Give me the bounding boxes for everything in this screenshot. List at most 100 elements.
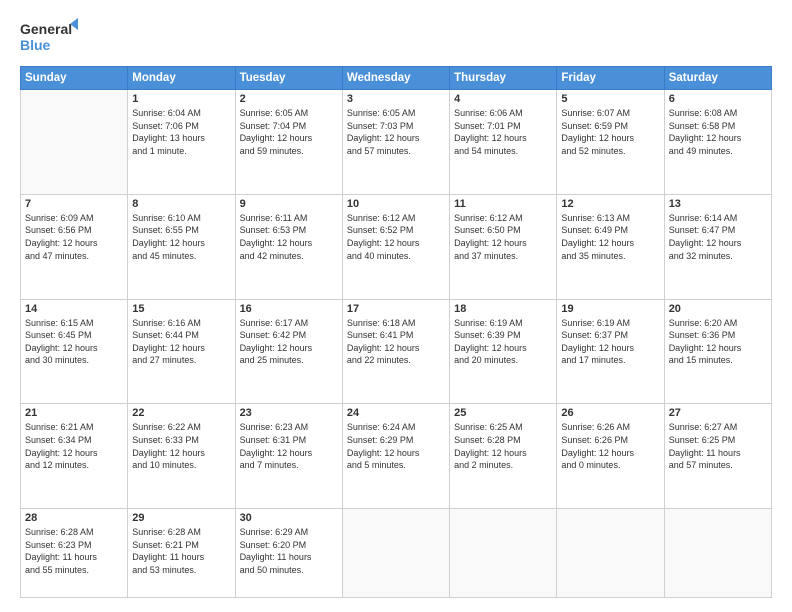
day-number: 8 xyxy=(132,198,230,210)
calendar-cell: 13 Sunrise: 6:14 AM Sunset: 6:47 PM Dayli… xyxy=(664,194,771,299)
cell-text: Sunrise: 6:25 AM Sunset: 6:28 PM Dayligh… xyxy=(454,421,552,471)
calendar-table: SundayMondayTuesdayWednesdayThursdayFrid… xyxy=(20,66,772,598)
cell-text: Sunrise: 6:06 AM Sunset: 7:01 PM Dayligh… xyxy=(454,107,552,157)
cell-text: Sunrise: 6:07 AM Sunset: 6:59 PM Dayligh… xyxy=(561,107,659,157)
weekday-header-sunday: Sunday xyxy=(21,67,128,90)
calendar-cell xyxy=(450,509,557,598)
calendar-cell: 6 Sunrise: 6:08 AM Sunset: 6:58 PM Daylig… xyxy=(664,90,771,195)
cell-text: Sunrise: 6:24 AM Sunset: 6:29 PM Dayligh… xyxy=(347,421,445,471)
calendar-cell: 21 Sunrise: 6:21 AM Sunset: 6:34 PM Dayli… xyxy=(21,404,128,509)
calendar-cell: 17 Sunrise: 6:18 AM Sunset: 6:41 PM Dayli… xyxy=(342,299,449,404)
calendar-cell: 30 Sunrise: 6:29 AM Sunset: 6:20 PM Dayli… xyxy=(235,509,342,598)
cell-text: Sunrise: 6:23 AM Sunset: 6:31 PM Dayligh… xyxy=(240,421,338,471)
day-number: 10 xyxy=(347,198,445,210)
logo-svg: GeneralBlue xyxy=(20,18,80,56)
day-number: 24 xyxy=(347,407,445,419)
week-row-5: 28 Sunrise: 6:28 AM Sunset: 6:23 PM Dayli… xyxy=(21,509,772,598)
week-row-3: 14Sunrise: 6:15 AM Sunset: 6:45 PM Dayli… xyxy=(21,299,772,404)
calendar-cell: 18 Sunrise: 6:19 AM Sunset: 6:39 PM Dayli… xyxy=(450,299,557,404)
day-number: 19 xyxy=(561,303,659,315)
cell-text: Sunrise: 6:29 AM Sunset: 6:20 PM Dayligh… xyxy=(240,526,338,576)
cell-text: Sunrise: 6:12 AM Sunset: 6:50 PM Dayligh… xyxy=(454,212,552,262)
cell-text: Sunrise: 6:04 AM Sunset: 7:06 PM Dayligh… xyxy=(132,107,230,157)
cell-text: Sunrise: 6:19 AM Sunset: 6:37 PM Dayligh… xyxy=(561,317,659,367)
weekday-header-wednesday: Wednesday xyxy=(342,67,449,90)
day-number: 22 xyxy=(132,407,230,419)
day-number: 17 xyxy=(347,303,445,315)
weekday-header-monday: Monday xyxy=(128,67,235,90)
day-number: 18 xyxy=(454,303,552,315)
weekday-header-tuesday: Tuesday xyxy=(235,67,342,90)
day-number: 7 xyxy=(25,198,123,210)
cell-text: Sunrise: 6:08 AM Sunset: 6:58 PM Dayligh… xyxy=(669,107,767,157)
cell-text: Sunrise: 6:09 AM Sunset: 6:56 PM Dayligh… xyxy=(25,212,123,262)
calendar-cell: 1Sunrise: 6:04 AM Sunset: 7:06 PM Daylig… xyxy=(128,90,235,195)
calendar-cell: 24 Sunrise: 6:24 AM Sunset: 6:29 PM Dayli… xyxy=(342,404,449,509)
cell-text: Sunrise: 6:18 AM Sunset: 6:41 PM Dayligh… xyxy=(347,317,445,367)
calendar-cell: 12 Sunrise: 6:13 AM Sunset: 6:49 PM Dayli… xyxy=(557,194,664,299)
day-number: 27 xyxy=(669,407,767,419)
day-number: 23 xyxy=(240,407,338,419)
day-number: 9 xyxy=(240,198,338,210)
logo: GeneralBlue xyxy=(20,18,80,56)
weekday-header-friday: Friday xyxy=(557,67,664,90)
page: GeneralBlue SundayMondayTuesdayWednesday… xyxy=(0,0,792,612)
svg-text:Blue: Blue xyxy=(20,37,51,53)
calendar-cell: 16Sunrise: 6:17 AM Sunset: 6:42 PM Dayli… xyxy=(235,299,342,404)
cell-text: Sunrise: 6:05 AM Sunset: 7:03 PM Dayligh… xyxy=(347,107,445,157)
calendar-cell xyxy=(342,509,449,598)
calendar-cell: 20 Sunrise: 6:20 AM Sunset: 6:36 PM Dayli… xyxy=(664,299,771,404)
weekday-header-thursday: Thursday xyxy=(450,67,557,90)
calendar-cell: 29Sunrise: 6:28 AM Sunset: 6:21 PM Dayli… xyxy=(128,509,235,598)
day-number: 13 xyxy=(669,198,767,210)
day-number: 25 xyxy=(454,407,552,419)
day-number: 28 xyxy=(25,512,123,524)
week-row-2: 7 Sunrise: 6:09 AM Sunset: 6:56 PM Daylig… xyxy=(21,194,772,299)
day-number: 20 xyxy=(669,303,767,315)
calendar-cell xyxy=(664,509,771,598)
cell-text: Sunrise: 6:05 AM Sunset: 7:04 PM Dayligh… xyxy=(240,107,338,157)
cell-text: Sunrise: 6:13 AM Sunset: 6:49 PM Dayligh… xyxy=(561,212,659,262)
day-number: 3 xyxy=(347,93,445,105)
cell-text: Sunrise: 6:28 AM Sunset: 6:23 PM Dayligh… xyxy=(25,526,123,576)
calendar-cell: 5Sunrise: 6:07 AM Sunset: 6:59 PM Daylig… xyxy=(557,90,664,195)
calendar-cell: 8 Sunrise: 6:10 AM Sunset: 6:55 PM Daylig… xyxy=(128,194,235,299)
calendar-cell: 25 Sunrise: 6:25 AM Sunset: 6:28 PM Dayli… xyxy=(450,404,557,509)
calendar-cell xyxy=(557,509,664,598)
day-number: 6 xyxy=(669,93,767,105)
calendar-cell: 27Sunrise: 6:27 AM Sunset: 6:25 PM Dayli… xyxy=(664,404,771,509)
day-number: 30 xyxy=(240,512,338,524)
cell-text: Sunrise: 6:14 AM Sunset: 6:47 PM Dayligh… xyxy=(669,212,767,262)
calendar-cell: 19 Sunrise: 6:19 AM Sunset: 6:37 PM Dayli… xyxy=(557,299,664,404)
day-number: 11 xyxy=(454,198,552,210)
svg-text:General: General xyxy=(20,21,72,37)
day-number: 21 xyxy=(25,407,123,419)
weekday-header-row: SundayMondayTuesdayWednesdayThursdayFrid… xyxy=(21,67,772,90)
calendar-cell: 9 Sunrise: 6:11 AM Sunset: 6:53 PM Daylig… xyxy=(235,194,342,299)
calendar-cell: 10 Sunrise: 6:12 AM Sunset: 6:52 PM Dayli… xyxy=(342,194,449,299)
cell-text: Sunrise: 6:17 AM Sunset: 6:42 PM Dayligh… xyxy=(240,317,338,367)
calendar-cell: 14Sunrise: 6:15 AM Sunset: 6:45 PM Dayli… xyxy=(21,299,128,404)
calendar-cell xyxy=(21,90,128,195)
week-row-4: 21 Sunrise: 6:21 AM Sunset: 6:34 PM Dayli… xyxy=(21,404,772,509)
cell-text: Sunrise: 6:16 AM Sunset: 6:44 PM Dayligh… xyxy=(132,317,230,367)
calendar-cell: 11 Sunrise: 6:12 AM Sunset: 6:50 PM Dayli… xyxy=(450,194,557,299)
calendar-cell: 3 Sunrise: 6:05 AM Sunset: 7:03 PM Daylig… xyxy=(342,90,449,195)
day-number: 14 xyxy=(25,303,123,315)
day-number: 29 xyxy=(132,512,230,524)
day-number: 4 xyxy=(454,93,552,105)
weekday-header-saturday: Saturday xyxy=(664,67,771,90)
day-number: 12 xyxy=(561,198,659,210)
cell-text: Sunrise: 6:22 AM Sunset: 6:33 PM Dayligh… xyxy=(132,421,230,471)
cell-text: Sunrise: 6:20 AM Sunset: 6:36 PM Dayligh… xyxy=(669,317,767,367)
cell-text: Sunrise: 6:12 AM Sunset: 6:52 PM Dayligh… xyxy=(347,212,445,262)
cell-text: Sunrise: 6:26 AM Sunset: 6:26 PM Dayligh… xyxy=(561,421,659,471)
day-number: 26 xyxy=(561,407,659,419)
cell-text: Sunrise: 6:19 AM Sunset: 6:39 PM Dayligh… xyxy=(454,317,552,367)
cell-text: Sunrise: 6:11 AM Sunset: 6:53 PM Dayligh… xyxy=(240,212,338,262)
calendar-cell: 7 Sunrise: 6:09 AM Sunset: 6:56 PM Daylig… xyxy=(21,194,128,299)
calendar-cell: 23 Sunrise: 6:23 AM Sunset: 6:31 PM Dayli… xyxy=(235,404,342,509)
header: GeneralBlue xyxy=(20,18,772,56)
cell-text: Sunrise: 6:10 AM Sunset: 6:55 PM Dayligh… xyxy=(132,212,230,262)
cell-text: Sunrise: 6:21 AM Sunset: 6:34 PM Dayligh… xyxy=(25,421,123,471)
